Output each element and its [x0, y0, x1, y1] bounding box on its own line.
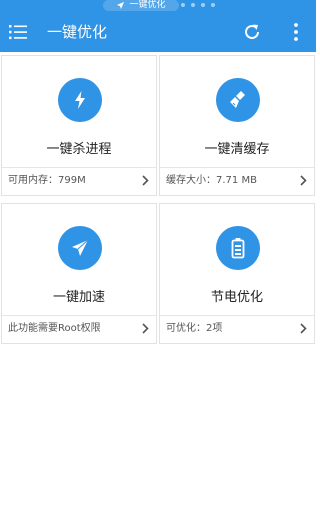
page-dot: [191, 3, 195, 7]
card-speed-up[interactable]: 一键加速 此功能需要Root权限: [1, 203, 157, 344]
divider: [2, 315, 156, 316]
send-icon: [117, 1, 125, 10]
page-dot: [201, 3, 205, 7]
card-power-saving[interactable]: 节电优化 可优化：2项: [159, 203, 315, 344]
chevron-right-icon: [142, 175, 149, 186]
chevron-right-icon: [300, 323, 307, 334]
page-dot: [181, 3, 185, 7]
power-saving-icon-circle: [216, 226, 260, 270]
clear-cache-icon-circle: [216, 78, 260, 122]
divider: [160, 315, 314, 316]
card-info: 可用内存：799M: [8, 175, 86, 186]
card-title: 节电优化: [210, 290, 263, 305]
more-vert-icon[interactable]: [288, 22, 304, 42]
speed-up-icon-circle: [58, 226, 102, 270]
chevron-right-icon: [300, 175, 307, 186]
card-clear-cache[interactable]: 一键清缓存 缓存大小：7.71 MB: [159, 55, 315, 196]
page-title: 一键优化: [47, 23, 108, 41]
card-kill-process[interactable]: 一键杀进程 可用内存：799M: [1, 55, 157, 196]
app-bar: 一键优化: [0, 12, 316, 52]
divider: [160, 167, 314, 168]
page-dot: [211, 3, 215, 7]
paper-plane-icon: [72, 239, 89, 256]
chevron-right-icon: [142, 323, 149, 334]
card-title: 一键清缓存: [204, 142, 270, 157]
status-bar: 一键优化: [0, 0, 316, 12]
card-title: 一键加速: [52, 290, 105, 305]
notification-text: 一键优化: [129, 0, 166, 10]
kill-process-icon-circle: [58, 78, 102, 122]
divider: [2, 167, 156, 168]
menu-icon[interactable]: [9, 24, 27, 40]
card-info: 此功能需要Root权限: [8, 323, 101, 334]
notification-pill: 一键优化: [103, 0, 179, 11]
broom-icon: [230, 91, 245, 108]
lightning-icon: [75, 91, 85, 109]
card-title: 一键杀进程: [46, 142, 112, 157]
card-info: 可优化：2项: [166, 323, 223, 334]
battery-icon: [231, 238, 245, 259]
card-info: 缓存大小：7.71 MB: [166, 175, 257, 186]
refresh-icon[interactable]: [242, 22, 262, 42]
page-indicator-dots: [181, 3, 215, 7]
